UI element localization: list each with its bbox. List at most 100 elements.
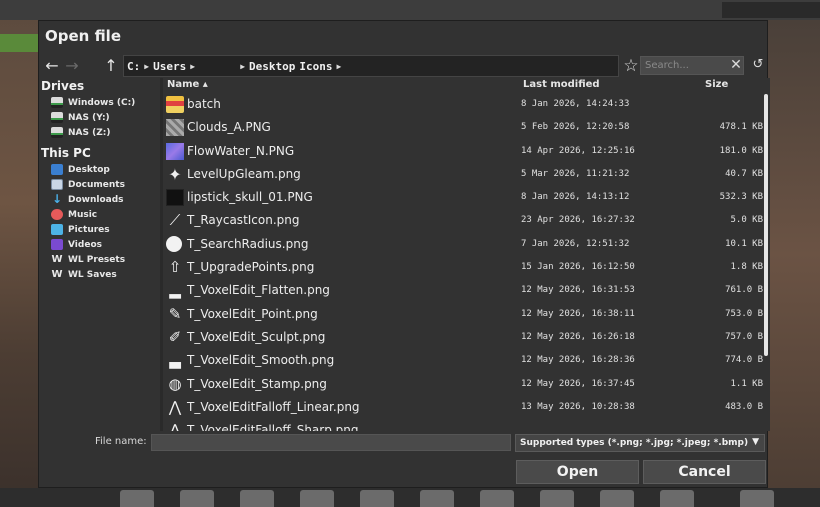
- background-tile: [360, 490, 394, 507]
- file-name: T_VoxelEdit_Flatten.png: [187, 283, 330, 298]
- file-row[interactable]: ⋀ T_VoxelEditFalloff_Linear.png 13 May 202…: [163, 396, 763, 419]
- background-tile: [740, 490, 774, 507]
- sidebar-item-pictures[interactable]: Pictures: [41, 222, 159, 237]
- file-size: 1.8 KB: [730, 262, 763, 273]
- back-arrow-icon[interactable]: ←: [43, 57, 61, 75]
- open-button[interactable]: Open: [516, 460, 639, 484]
- download-icon: ↓: [51, 192, 63, 206]
- file-type-select[interactable]: Supported types (*.png; *.jpg; *.jpeg; *…: [515, 434, 765, 452]
- sidebar-item-wl-saves[interactable]: W WL Saves: [41, 267, 159, 282]
- file-row[interactable]: lipstick_skull_01.PNG 8 Jan 2026, 14:13:1…: [163, 186, 763, 209]
- drives-heading: Drives: [41, 79, 85, 93]
- chevron-down-icon: ▼: [752, 437, 759, 447]
- favorite-star-icon[interactable]: ☆: [621, 55, 641, 77]
- file-modified: 15 Jan 2026, 16:12:50: [521, 262, 635, 273]
- background-tile: [300, 490, 334, 507]
- refresh-icon[interactable]: ↺: [750, 58, 766, 72]
- file-name: FlowWater_N.PNG: [187, 143, 295, 158]
- sculpt-icon: ✐: [168, 327, 182, 346]
- circle-icon: [166, 235, 182, 252]
- cancel-button[interactable]: Cancel: [643, 460, 766, 484]
- breadcrumb-desktop[interactable]: Desktop: [249, 60, 295, 73]
- stamp-icon: ◍: [168, 374, 182, 393]
- file-row[interactable]: ⟋ T_RaycastIcon.png 23 Apr 2026, 16:27:32 5…: [163, 209, 763, 232]
- column-size[interactable]: Size: [705, 79, 728, 90]
- file-modified: 8 Jan 2026, 14:13:12: [521, 192, 630, 203]
- file-row[interactable]: ⇧ T_UpgradePoints.png 15 Jan 2026, 16:12:5…: [163, 256, 763, 279]
- breadcrumb-users[interactable]: Users ▶: [153, 60, 195, 73]
- flatten-icon: ▂: [169, 281, 181, 300]
- sidebar-item-nas-z[interactable]: NAS (Z:): [41, 125, 159, 140]
- file-modified: 12 May 2026, 16:28:36: [521, 355, 635, 366]
- file-name-input[interactable]: [151, 434, 511, 451]
- background-tile: [420, 490, 454, 507]
- breadcrumb-user[interactable]: ▶: [199, 62, 245, 71]
- sidebar-item-videos[interactable]: Videos: [41, 237, 159, 252]
- sidebar-item-desktop[interactable]: Desktop: [41, 162, 159, 177]
- file-modified: 12 May 2026, 16:37:45: [521, 378, 635, 389]
- background-tile: [120, 490, 154, 507]
- sidebar: Drives Windows (C:) NAS (Y:) NAS (Z:) Th…: [41, 79, 159, 431]
- file-row[interactable]: ◍ T_VoxelEdit_Stamp.png 12 May 2026, 16:37…: [163, 373, 763, 396]
- file-name: T_SearchRadius.png: [187, 236, 309, 251]
- file-modified: 12 May 2026, 16:26:18: [521, 331, 635, 342]
- file-list: Name ▴ Last modified Size batch 8 Jan 202…: [160, 78, 770, 431]
- file-row[interactable]: T_SearchRadius.png 7 Jan 2026, 12:51:32 10…: [163, 233, 763, 256]
- file-name: T_VoxelEdit_Stamp.png: [187, 376, 327, 391]
- image-thumbnail-icon: [166, 142, 184, 160]
- sidebar-item-downloads[interactable]: ↓ Downloads: [41, 192, 159, 207]
- file-row[interactable]: ▃ T_VoxelEdit_Smooth.png 12 May 2026, 16:2…: [163, 349, 763, 372]
- desktop-icon: [51, 164, 63, 175]
- file-name: T_VoxelEdit_Point.png: [187, 306, 318, 321]
- file-rows: batch 8 Jan 2026, 14:24:33 Clouds_A.PNG 5 F…: [163, 93, 763, 431]
- file-row[interactable]: ✎ T_VoxelEdit_Point.png 12 May 2026, 16:38…: [163, 303, 763, 326]
- file-size: 10.1 KB: [725, 238, 763, 249]
- file-name: lipstick_skull_01.PNG: [187, 190, 313, 205]
- file-name: T_UpgradePoints.png: [187, 260, 315, 275]
- file-row[interactable]: ⋀ T_VoxelEditFalloff_Sharp.png: [163, 419, 763, 431]
- file-name: T_RaycastIcon.png: [187, 213, 300, 228]
- path-bar[interactable]: C: ▶ Users ▶ ▶ Desktop Icons ▶: [123, 55, 619, 77]
- sidebar-item-nas-y[interactable]: NAS (Y:): [41, 110, 159, 125]
- file-size: 532.3 KB: [719, 192, 763, 203]
- sidebar-item-music[interactable]: Music: [41, 207, 159, 222]
- file-name: LevelUpGleam.png: [187, 166, 301, 181]
- background-tile: [180, 490, 214, 507]
- file-row[interactable]: ✦ LevelUpGleam.png 5 Mar 2026, 11:21:32 40.…: [163, 163, 763, 186]
- sparkle-icon: ✦: [168, 164, 182, 184]
- up-arrow-icon[interactable]: ↑: [102, 57, 120, 75]
- file-row[interactable]: batch 8 Jan 2026, 14:24:33: [163, 93, 763, 116]
- file-size: 753.0 B: [725, 308, 763, 319]
- music-icon: [51, 209, 63, 220]
- sidebar-item-documents[interactable]: Documents: [41, 177, 159, 192]
- file-size: 757.0 B: [725, 331, 763, 342]
- file-size: 40.7 KB: [725, 168, 763, 179]
- file-name: T_VoxelEditFalloff_Linear.png: [187, 399, 360, 414]
- breadcrumb-drive[interactable]: C: ▶: [127, 60, 149, 73]
- file-modified: 5 Mar 2026, 11:21:32: [521, 168, 630, 179]
- column-last-modified[interactable]: Last modified: [523, 79, 600, 90]
- breadcrumb-icons[interactable]: Icons ▶: [299, 60, 341, 73]
- file-row[interactable]: ✐ T_VoxelEdit_Sculpt.png 12 May 2026, 16:2…: [163, 326, 763, 349]
- file-name: Clouds_A.PNG: [187, 120, 271, 135]
- folder-icon: [166, 96, 184, 113]
- file-modified: 12 May 2026, 16:38:11: [521, 308, 635, 319]
- file-name: T_VoxelEditFalloff_Sharp.png: [187, 423, 359, 431]
- file-row[interactable]: Clouds_A.PNG 5 Feb 2026, 12:20:58 478.1 KB: [163, 116, 763, 139]
- forward-arrow-icon[interactable]: →: [63, 57, 81, 75]
- background-tile: [540, 490, 574, 507]
- file-size: 774.0 B: [725, 355, 763, 366]
- scrollbar[interactable]: [764, 94, 768, 356]
- file-name: T_VoxelEdit_Smooth.png: [187, 353, 335, 368]
- sidebar-item-wl-presets[interactable]: W WL Presets: [41, 252, 159, 267]
- image-thumbnail-icon: [166, 119, 184, 137]
- background-scene: [768, 20, 820, 488]
- background-tile: [240, 490, 274, 507]
- file-row[interactable]: ▂ T_VoxelEdit_Flatten.png 12 May 2026, 16:…: [163, 279, 763, 302]
- column-name[interactable]: Name ▴: [167, 79, 208, 90]
- sidebar-item-windows-c[interactable]: Windows (C:): [41, 95, 159, 110]
- file-row[interactable]: FlowWater_N.PNG 14 Apr 2026, 12:25:16 181.…: [163, 140, 763, 163]
- brush-icon: ✎: [168, 304, 182, 323]
- clear-search-icon[interactable]: ✕: [728, 56, 744, 75]
- file-modified: 14 Apr 2026, 12:25:16: [521, 145, 635, 156]
